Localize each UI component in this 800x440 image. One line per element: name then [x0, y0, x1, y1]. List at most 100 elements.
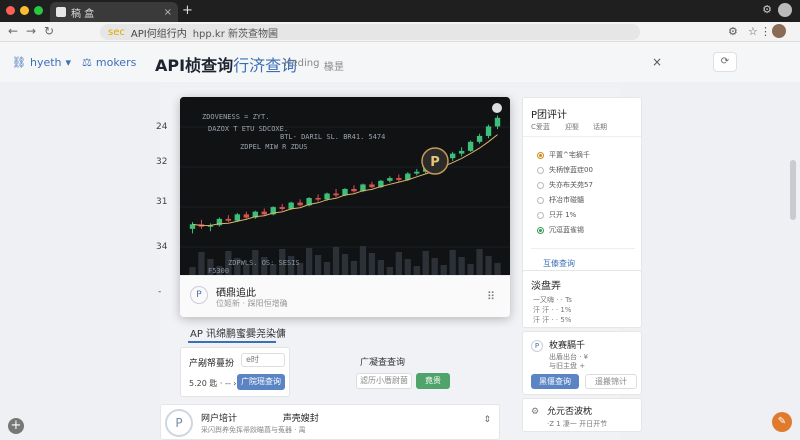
stats-row-title-main: 网户培计 — [201, 414, 238, 424]
profile-icon[interactable] — [778, 3, 792, 17]
menu-kebab-icon[interactable]: ⋮ — [760, 25, 771, 38]
scrollbar[interactable] — [790, 160, 796, 220]
detail-panel-sub: 与旧主盘 + — [549, 362, 586, 370]
candle-body — [396, 178, 402, 180]
chart-overlay-line: DAZOX T ETU SDCOXE. — [208, 125, 288, 133]
nav-link-hyeth-label: hyeth — [29, 56, 62, 69]
extensions-icon[interactable]: ⚙ — [762, 3, 772, 16]
volume-bar — [341, 254, 349, 275]
gear-icon: ⚙ — [531, 407, 540, 417]
stats-option[interactable]: 失亦布关苑57 — [537, 180, 593, 190]
query-card-a-tag[interactable]: e时 — [241, 353, 285, 367]
volume-bar — [189, 267, 196, 275]
chart-footer-subtitle: 位姬新 · 踩阳恒增确 — [216, 299, 288, 308]
chart-card[interactable]: ZDOVENESS = ZYT. DAZOX T ETU SDCOXE. BTL… — [180, 97, 510, 317]
grid-dots-icon[interactable]: ⠿ — [487, 290, 496, 303]
query-card-a-button[interactable]: 广院瑶查询 — [237, 374, 285, 390]
radio-icon — [537, 226, 544, 234]
detail-panel: P 枚赛膈千 出盾出台 · ¥ 与旧主盘 + 黑偃查询 遥搬锦计 — [522, 331, 642, 395]
volume-bar — [494, 263, 501, 275]
query-card-a-title: 产剐帑蔓扮 — [189, 359, 235, 369]
detail-primary-button[interactable]: 黑偃查询 — [531, 374, 579, 389]
y-axis-label: 24 — [156, 122, 168, 132]
chart-overlay-line: BTL- DARIL SL. BR41. 5474 — [280, 133, 385, 141]
refresh-button[interactable]: ⟳ — [713, 52, 737, 72]
query-card-a-value: 5.20 匙 · -- › — [189, 379, 237, 388]
volume-bar — [458, 257, 465, 275]
query-card-b-outline-button[interactable]: 滤历小厝尉菌 — [356, 373, 412, 389]
stats-row-subtitle: 采闪舆养免挥帚跤瞄菖与菟器 · 禺 — [201, 426, 306, 434]
detail-outline-button[interactable]: 遥搬锦计 — [585, 374, 637, 389]
link-chain-icon: ⛓ — [12, 56, 26, 69]
volume-bar — [198, 252, 205, 275]
candle-body — [387, 178, 393, 181]
tab-title: 稿 盒 — [71, 8, 95, 20]
volume-bar — [485, 256, 492, 275]
stats-tab[interactable]: 话期 — [593, 122, 607, 132]
volume-bar — [386, 267, 393, 275]
radio-icon — [537, 151, 544, 159]
stats-option-label: 冗逗蓝雀锡 — [549, 226, 584, 234]
stats-tab[interactable]: C爱蓝 — [531, 122, 550, 132]
stats-option[interactable]: 失柄惊蓝症00 — [537, 165, 593, 175]
stats-query-link[interactable]: 互傣查询 — [543, 258, 575, 269]
header-tab-second[interactable]: 椽昰 — [324, 58, 344, 73]
settings-icon[interactable]: ⚙ — [728, 25, 738, 38]
browser-toolbar: ← → ↻ sec API何组行内 hpp.kr 新茨查物圃 ⚙ ☆ ⋮ — [0, 22, 800, 42]
minimize-window-button[interactable] — [20, 6, 29, 15]
candle-body — [315, 198, 321, 200]
new-tab-button[interactable]: + — [182, 3, 193, 18]
stats-option[interactable]: 杼冶巿碰髓 — [537, 195, 584, 205]
volume-bar — [440, 265, 447, 275]
chart-footer-icon: P — [190, 286, 208, 304]
maximize-window-button[interactable] — [34, 6, 43, 15]
summary-panel-title: 淡盘弄 — [531, 281, 561, 292]
user-avatar[interactable] — [772, 24, 786, 38]
browser-tab[interactable]: 稿 盒 × — [50, 2, 178, 22]
y-axis-label: 31 — [156, 197, 168, 207]
address-title: API何组行内 — [130, 28, 187, 40]
summary-row: 汗 汗 · · 1% — [533, 306, 572, 314]
stats-option-label: 杼冶巿碰髓 — [549, 196, 584, 204]
nav-link-hyeth[interactable]: ⛓ hyeth ▾ — [12, 56, 71, 69]
extra-panel: ⚙ 允元否波枕 ·Z 1 凄一 开日开节 — [522, 398, 642, 432]
reload-button[interactable]: ↻ — [44, 24, 54, 38]
back-button[interactable]: ← — [8, 24, 18, 38]
radio-icon — [537, 196, 544, 204]
stats-tab[interactable]: 迎娶 — [565, 122, 579, 132]
volume-bar — [377, 260, 385, 275]
chart-action-icon[interactable] — [492, 103, 502, 113]
query-card-b: 广凝查查询 滤历小厝尉菌 竟贵 — [350, 347, 460, 397]
address-bar[interactable]: sec API何组行内 hpp.kr 新茨查物圃 — [100, 24, 640, 40]
candlestick-chart: ZDOVENESS = ZYT. DAZOX T ETU SDCOXE. BTL… — [180, 97, 510, 275]
y-axis-label: 32 — [156, 157, 168, 167]
header-tab-heding[interactable]: Heding — [284, 58, 319, 69]
chart-overlay-line: ZDOVENESS = ZYT. — [202, 113, 269, 121]
tab-close-icon[interactable]: × — [164, 7, 172, 18]
stats-list-row[interactable]: P 网户培计 声壳嫂封 采闪舆养免挥帚跤瞄菖与菟器 · 禺 ⇕ — [160, 404, 500, 440]
stats-option[interactable]: 平置^宅摘千 — [537, 150, 590, 160]
stats-panel-title: P团评计 — [531, 110, 568, 121]
candle-body — [261, 211, 267, 215]
candle-body — [485, 126, 492, 136]
summary-row: 一又嗨 · · Ts — [533, 296, 572, 304]
candle-body — [414, 171, 420, 174]
stats-row-title-secondary: 声壳嫂封 — [282, 414, 319, 424]
candle-body — [324, 193, 330, 200]
sort-icon[interactable]: ⇕ — [483, 415, 491, 425]
query-card-b-green-button[interactable]: 竟贵 — [416, 373, 450, 389]
forward-button[interactable]: → — [26, 24, 36, 38]
svg-text:P: P — [430, 155, 440, 170]
nav-link-mokers[interactable]: ⚖ mokers — [82, 56, 136, 69]
volume-bar — [422, 251, 429, 275]
candle-body — [351, 188, 357, 192]
bookmark-star-icon[interactable]: ☆ — [748, 25, 758, 38]
divider — [523, 136, 641, 137]
add-button[interactable]: + — [8, 418, 24, 434]
edit-fab-button[interactable]: ✎ — [772, 412, 792, 432]
stats-option[interactable]: 只开 1% — [537, 210, 576, 220]
close-window-button[interactable] — [6, 6, 15, 15]
stats-option-label: 只开 1% — [549, 211, 577, 219]
close-icon[interactable]: × — [652, 55, 662, 69]
stats-option[interactable]: 冗逗蓝雀锡 — [537, 225, 584, 235]
